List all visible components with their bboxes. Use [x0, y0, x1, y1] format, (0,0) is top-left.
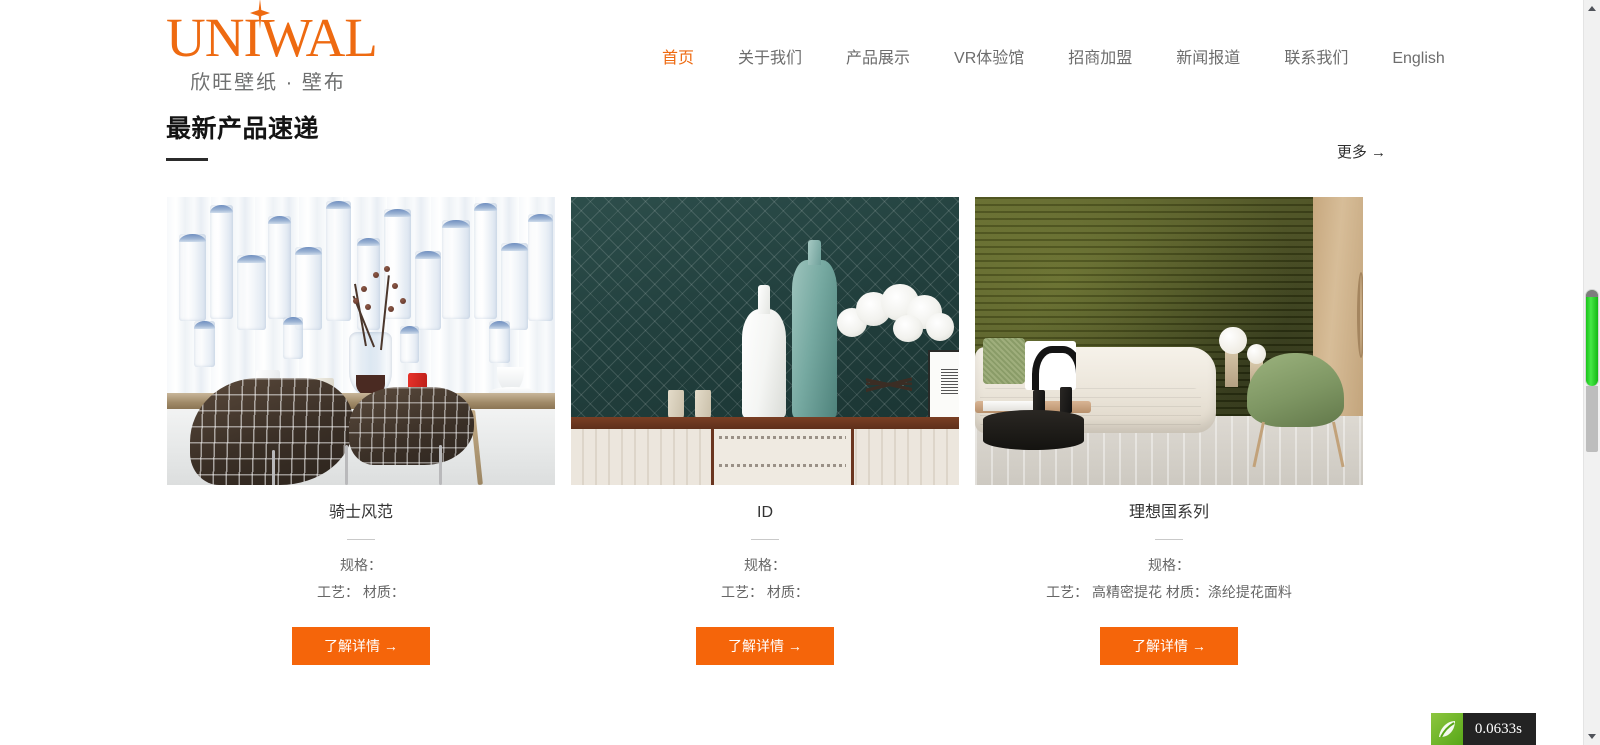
product-title[interactable]: ID: [571, 501, 959, 525]
nav-item-home[interactable]: 首页: [640, 44, 716, 74]
product-card: ID 规格： 工艺： 材质： 了解详情 →: [571, 197, 959, 665]
leaf-icon[interactable]: [1430, 713, 1463, 745]
product-meta: 工艺： 材质：: [317, 584, 405, 600]
sideboard-drawer: [710, 428, 855, 485]
card-action-area: 了解详情 →: [571, 627, 959, 665]
scroll-up-button[interactable]: [1584, 0, 1600, 17]
section-header: 最新产品速递 更多 →: [0, 110, 1568, 188]
product-meta: 工艺： 材质：: [721, 584, 809, 600]
chevron-up-icon: [1588, 6, 1596, 11]
product-spec: 规格：: [340, 557, 382, 573]
page-title: 最新产品速递: [166, 115, 320, 143]
product-image-2[interactable]: [571, 197, 959, 485]
logo-subtitle: 欣旺壁纸 · 壁布: [190, 72, 346, 94]
detail-button[interactable]: 了解详情 →: [292, 627, 430, 665]
card-divider: [751, 539, 779, 540]
nav-item-vr[interactable]: VR体验馆: [932, 44, 1046, 74]
product-meta: 工艺： 高精密提花 材质：涤纶提花面料: [1046, 584, 1292, 600]
scene-dining-room: [167, 197, 555, 485]
scroll-down-button[interactable]: [1584, 728, 1600, 745]
candle-cup-2: [695, 389, 712, 419]
floor-lamp-small: [1246, 343, 1266, 365]
card-divider: [1155, 539, 1183, 540]
wall-clock: [1356, 271, 1363, 359]
wicker-chair-2: [349, 387, 474, 465]
product-card: 理想国系列 规格： 工艺： 高精密提花 材质：涤纶提花面料 了解详情 →: [975, 197, 1363, 665]
chevron-down-icon: [1588, 734, 1596, 739]
product-title[interactable]: 骑士风范: [167, 501, 555, 525]
candle-cup-1: [668, 389, 685, 419]
nav-item-contact[interactable]: 联系我们: [1262, 44, 1370, 74]
product-spec: 规格：: [1148, 557, 1190, 573]
green-pillow: [982, 338, 1026, 385]
detail-button[interactable]: 了解详情 →: [1100, 627, 1238, 665]
logo-wordmark: UNIWAL: [166, 7, 378, 68]
debug-toolbar[interactable]: 0.0633s: [1430, 713, 1536, 745]
nav-item-franchise[interactable]: 招商加盟: [1046, 44, 1154, 74]
product-spec: 规格：: [744, 557, 786, 573]
coffee-table: [982, 410, 1084, 451]
scene-olive-living-room: [975, 197, 1363, 485]
nav-item-news[interactable]: 新闻报道: [1154, 44, 1262, 74]
nav-item-products[interactable]: 产品展示: [824, 44, 932, 74]
nav-item-about[interactable]: 关于我们: [716, 44, 824, 74]
debug-time-label[interactable]: 0.0633s: [1462, 713, 1536, 745]
site-logo[interactable]: UNIWAL 欣旺壁纸 · 壁布: [166, 0, 378, 103]
title-underline: [166, 158, 208, 161]
product-title[interactable]: 理想国系列: [975, 501, 1363, 525]
site-header: UNIWAL 欣旺壁纸 · 壁布 首页 关于我们 产品展示 VR体验馆 招商加盟…: [0, 0, 1568, 110]
card-action-area: 了解详情 →: [975, 627, 1363, 665]
product-card: 骑士风范 规格： 工艺： 材质： 了解详情 →: [167, 197, 555, 665]
detail-button[interactable]: 了解详情 →: [696, 627, 834, 665]
product-image-3[interactable]: [975, 197, 1363, 485]
browser-viewport: UNIWAL 欣旺壁纸 · 壁布 首页 关于我们 产品展示 VR体验馆 招商加盟…: [0, 0, 1568, 745]
scrollbar-track-lower[interactable]: [1586, 386, 1598, 452]
scrollbar-thumb[interactable]: [1586, 290, 1598, 386]
picture-frame: [927, 349, 959, 419]
page-scrollbar[interactable]: [1583, 0, 1600, 745]
teal-vase: [792, 239, 837, 419]
product-image-1[interactable]: [167, 197, 555, 485]
striped-pillow: [1025, 341, 1076, 390]
page-root: UNIWAL 欣旺壁纸 · 壁布 首页 关于我们 产品展示 VR体验馆 招商加盟…: [0, 0, 1600, 745]
white-vase: [741, 285, 787, 419]
card-divider: [347, 539, 375, 540]
wood-counter: [571, 417, 959, 429]
product-grid: 骑士风范 规格： 工艺： 材质： 了解详情 → ID 规格： 工艺： 材质： 了…: [167, 197, 1363, 665]
flower-stems: [865, 346, 913, 419]
card-action-area: 了解详情 →: [167, 627, 555, 665]
more-link[interactable]: 更多 →: [1337, 142, 1386, 164]
floor-lamp-large: [1219, 326, 1247, 354]
scene-teal-vases: [571, 197, 959, 485]
nav-item-english[interactable]: English: [1370, 44, 1466, 74]
main-nav: 首页 关于我们 产品展示 VR体验馆 招商加盟 新闻报道 联系我们 Englis…: [640, 44, 1467, 74]
